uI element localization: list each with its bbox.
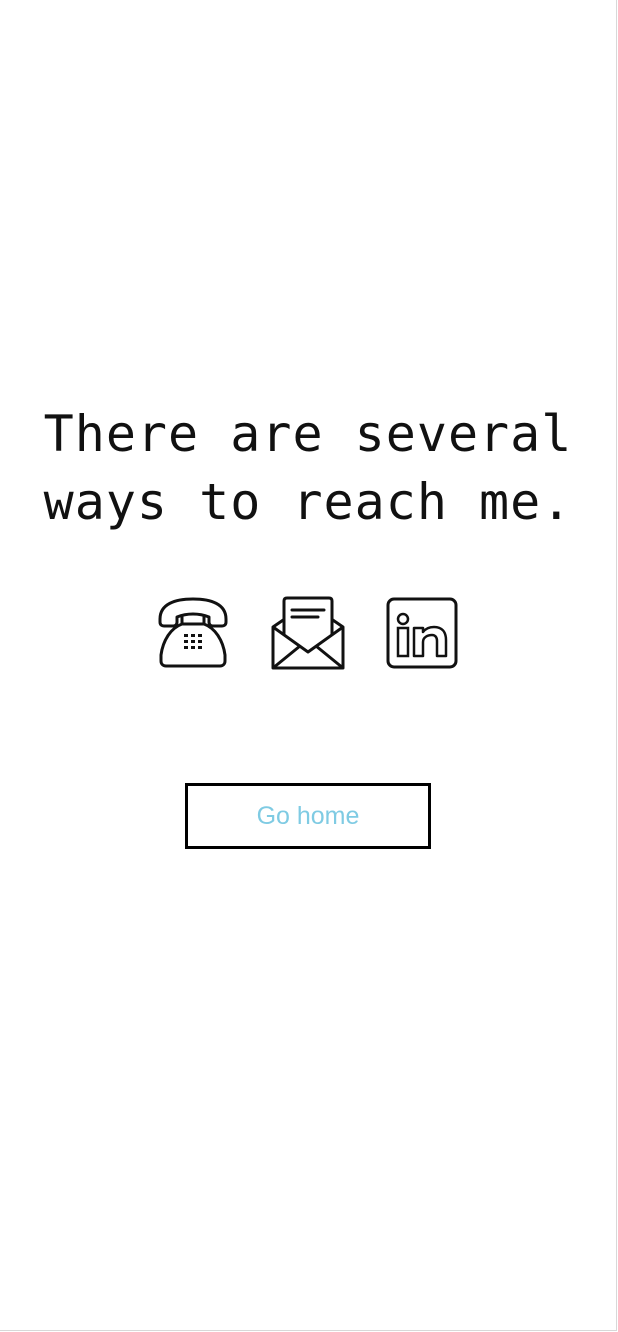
page-title-line-2: ways to reach me. xyxy=(43,473,573,531)
go-home-button[interactable]: Go home xyxy=(185,783,431,849)
contact-page: There are several ways to reach me. Go h… xyxy=(0,0,617,1331)
phone-link[interactable] xyxy=(155,595,231,671)
envelope-icon xyxy=(271,596,345,670)
contact-icons xyxy=(0,595,616,671)
phone-icon xyxy=(158,597,228,668)
page-title: There are several ways to reach me. xyxy=(0,400,616,536)
email-link[interactable] xyxy=(270,595,346,671)
linkedin-link[interactable] xyxy=(384,595,460,671)
linkedin-icon xyxy=(386,597,458,669)
page-title-line-1: There are several xyxy=(43,405,573,463)
